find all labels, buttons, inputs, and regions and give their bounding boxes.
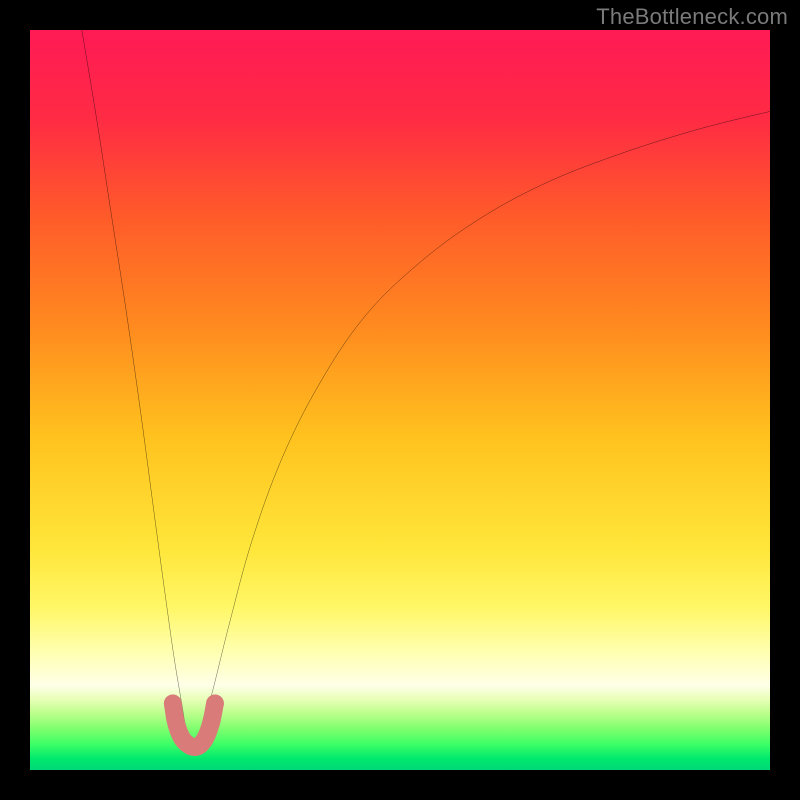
curve-right-branch [193, 111, 770, 747]
curve-left-branch [82, 30, 193, 748]
plot-area [30, 30, 770, 770]
highlight-dot [166, 709, 184, 727]
outer-frame: TheBottleneck.com [0, 0, 800, 800]
highlight-dot [206, 695, 224, 713]
highlight-dot [202, 713, 220, 731]
curves-layer [30, 30, 770, 770]
watermark-text: TheBottleneck.com [596, 4, 788, 30]
